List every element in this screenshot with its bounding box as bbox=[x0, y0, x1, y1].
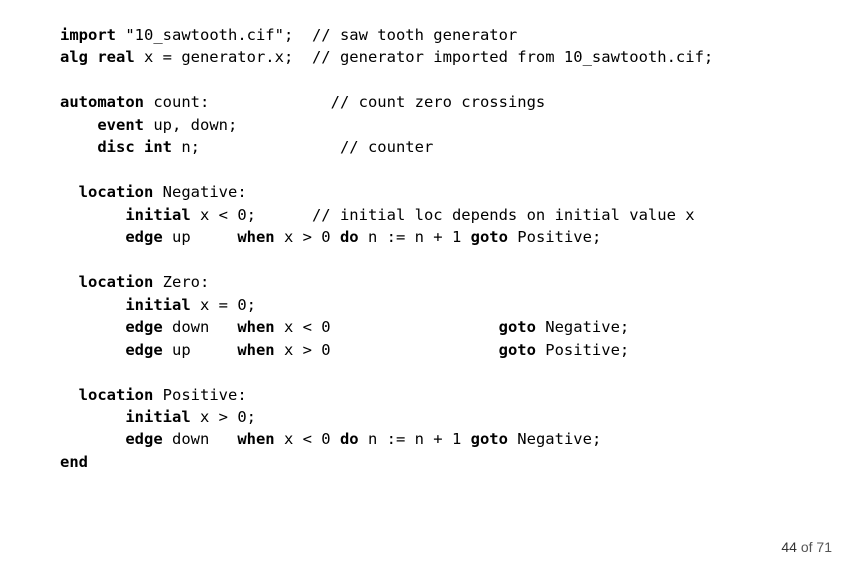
kw-edge: edge bbox=[125, 341, 162, 359]
code-text: x > 0; bbox=[191, 408, 256, 426]
code-text: Zero: bbox=[153, 273, 209, 291]
kw-do: do bbox=[340, 430, 359, 448]
indent bbox=[60, 183, 79, 201]
page-indicator: 44 of 71 bbox=[781, 537, 832, 557]
code-text: Positive; bbox=[536, 341, 629, 359]
kw-when: when bbox=[237, 430, 274, 448]
code-text: x < 0 bbox=[275, 318, 499, 336]
code-text: Negative: bbox=[153, 183, 246, 201]
code-text: n := n + 1 bbox=[359, 430, 471, 448]
code-text: count: // count zero crossings bbox=[144, 93, 545, 111]
kw-location: location bbox=[79, 386, 154, 404]
kw-automaton: automaton bbox=[60, 93, 144, 111]
code-text: up bbox=[163, 228, 238, 246]
code-text: "10_sawtooth.cif"; // saw tooth generato… bbox=[116, 26, 517, 44]
code-text: up bbox=[163, 341, 238, 359]
kw-goto: goto bbox=[499, 318, 536, 336]
indent bbox=[60, 341, 125, 359]
code-text: Negative; bbox=[536, 318, 629, 336]
code-text: n := n + 1 bbox=[359, 228, 471, 246]
kw-alg-real: alg real bbox=[60, 48, 135, 66]
kw-initial: initial bbox=[125, 408, 190, 426]
indent bbox=[60, 206, 125, 224]
kw-goto: goto bbox=[471, 228, 508, 246]
code-text: x < 0 bbox=[275, 430, 340, 448]
indent bbox=[60, 386, 79, 404]
kw-event: event bbox=[97, 116, 144, 134]
kw-edge: edge bbox=[125, 318, 162, 336]
kw-when: when bbox=[237, 228, 274, 246]
code-text: down bbox=[163, 318, 238, 336]
kw-initial: initial bbox=[125, 296, 190, 314]
kw-edge: edge bbox=[125, 228, 162, 246]
code-text: up, down; bbox=[144, 116, 237, 134]
kw-location: location bbox=[79, 183, 154, 201]
code-text: x > 0 bbox=[275, 228, 340, 246]
code-text: Positive; bbox=[508, 228, 601, 246]
kw-edge: edge bbox=[125, 430, 162, 448]
code-text: Positive: bbox=[153, 386, 246, 404]
kw-goto: goto bbox=[471, 430, 508, 448]
indent bbox=[60, 408, 125, 426]
code-text: x = generator.x; // generator imported f… bbox=[135, 48, 714, 66]
indent bbox=[60, 296, 125, 314]
indent bbox=[60, 273, 79, 291]
kw-import: import bbox=[60, 26, 116, 44]
code-text: Negative; bbox=[508, 430, 601, 448]
code-text: n; // counter bbox=[172, 138, 433, 156]
kw-initial: initial bbox=[125, 206, 190, 224]
indent bbox=[60, 116, 97, 134]
indent bbox=[60, 228, 125, 246]
kw-goto: goto bbox=[499, 341, 536, 359]
kw-end: end bbox=[60, 453, 88, 471]
code-text: x > 0 bbox=[275, 341, 499, 359]
kw-location: location bbox=[79, 273, 154, 291]
code-text: x < 0; // initial loc depends on initial… bbox=[191, 206, 695, 224]
code-text: x = 0; bbox=[191, 296, 256, 314]
kw-disc-int: disc int bbox=[97, 138, 172, 156]
code-text: down bbox=[163, 430, 238, 448]
page-current: 44 bbox=[781, 539, 797, 555]
kw-when: when bbox=[237, 341, 274, 359]
indent bbox=[60, 430, 125, 448]
indent bbox=[60, 138, 97, 156]
kw-do: do bbox=[340, 228, 359, 246]
page-of: of bbox=[797, 539, 816, 555]
kw-when: when bbox=[237, 318, 274, 336]
indent bbox=[60, 318, 125, 336]
page-total: 71 bbox=[816, 539, 832, 555]
code-block: import "10_sawtooth.cif"; // saw tooth g… bbox=[60, 24, 713, 473]
